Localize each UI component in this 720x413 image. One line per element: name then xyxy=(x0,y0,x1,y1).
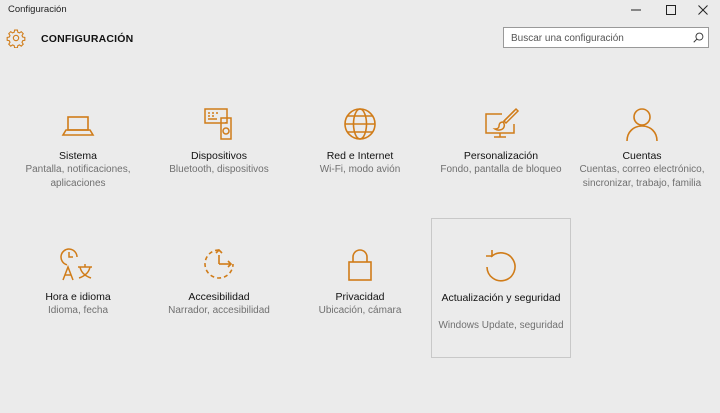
devices-icon xyxy=(204,108,232,140)
tile-red-internet[interactable]: Red e Internet Wi-Fi, modo avión xyxy=(290,94,430,234)
tile-description: Windows Update, seguridad xyxy=(438,320,564,331)
tile-cuentas[interactable]: Cuentas Cuentas, correo electrónico, sin… xyxy=(572,94,712,234)
close-button[interactable] xyxy=(686,0,720,20)
tile-personalizacion[interactable]: Personalización Fondo, pantalla de bloqu… xyxy=(431,94,571,234)
tile-description: Idioma, fecha xyxy=(47,305,109,316)
maximize-icon xyxy=(666,5,676,15)
minimize-icon xyxy=(631,9,641,11)
tile-label: Dispositivos xyxy=(190,150,248,162)
tile-dispositivos[interactable]: Dispositivos Bluetooth, dispositivos xyxy=(149,94,289,234)
search-input[interactable] xyxy=(504,29,691,48)
tile-description: Ubicación, cámara xyxy=(318,305,402,316)
settings-header: CONFIGURACIÓN xyxy=(0,24,720,56)
title-bar[interactable]: Configuración xyxy=(0,0,720,20)
maximize-button[interactable] xyxy=(654,0,688,20)
tile-label: Cuentas xyxy=(622,150,662,162)
gear-icon xyxy=(6,29,26,48)
tile-hora-idioma[interactable]: Hora e idioma Idioma, fecha xyxy=(8,235,148,375)
search-box[interactable] xyxy=(503,27,709,48)
tile-label: Actualización y seguridad xyxy=(441,292,561,304)
lock-icon xyxy=(348,249,372,281)
accessibility-icon xyxy=(204,248,234,279)
tile-label: Personalización xyxy=(463,150,539,162)
tile-sistema[interactable]: Sistema Pantalla, notificaciones, aplica… xyxy=(8,94,148,234)
tile-privacidad[interactable]: Privacidad Ubicación, cámara xyxy=(290,235,430,375)
person-icon xyxy=(626,108,658,142)
search-icon[interactable] xyxy=(693,32,704,43)
tile-description: Fondo, pantalla de bloqueo xyxy=(440,164,562,175)
tile-label: Red e Internet xyxy=(326,150,394,162)
minimize-button[interactable] xyxy=(619,0,653,20)
page-title: CONFIGURACIÓN xyxy=(41,33,134,45)
window-title: Configuración xyxy=(8,4,67,15)
tile-actualizacion-seguridad[interactable]: Actualización y seguridad Windows Update… xyxy=(431,218,571,358)
tile-description: Narrador, accesibilidad xyxy=(168,305,270,316)
settings-window: Configuración CONFIGURACIÓN Buscar una c… xyxy=(0,0,720,413)
tile-description: Bluetooth, dispositivos xyxy=(169,164,269,175)
time-language-icon xyxy=(60,248,92,281)
tile-label: Sistema xyxy=(59,150,97,162)
tile-accesibilidad[interactable]: Accesibilidad Narrador, accesibilidad xyxy=(149,235,289,375)
tile-description: Cuentas, correo electrónico, sincronizar… xyxy=(579,164,705,189)
tile-description: Wi-Fi, modo avión xyxy=(319,164,401,175)
tile-label: Accesibilidad xyxy=(188,291,250,303)
globe-icon xyxy=(344,108,376,140)
tile-description: Pantalla, notificaciones, aplicaciones xyxy=(25,164,131,189)
tile-label: Privacidad xyxy=(335,291,385,303)
tile-label: Hora e idioma xyxy=(45,291,111,303)
close-icon xyxy=(698,5,708,15)
laptop-icon xyxy=(61,116,95,136)
update-icon xyxy=(486,250,516,282)
paint-icon xyxy=(485,107,520,138)
